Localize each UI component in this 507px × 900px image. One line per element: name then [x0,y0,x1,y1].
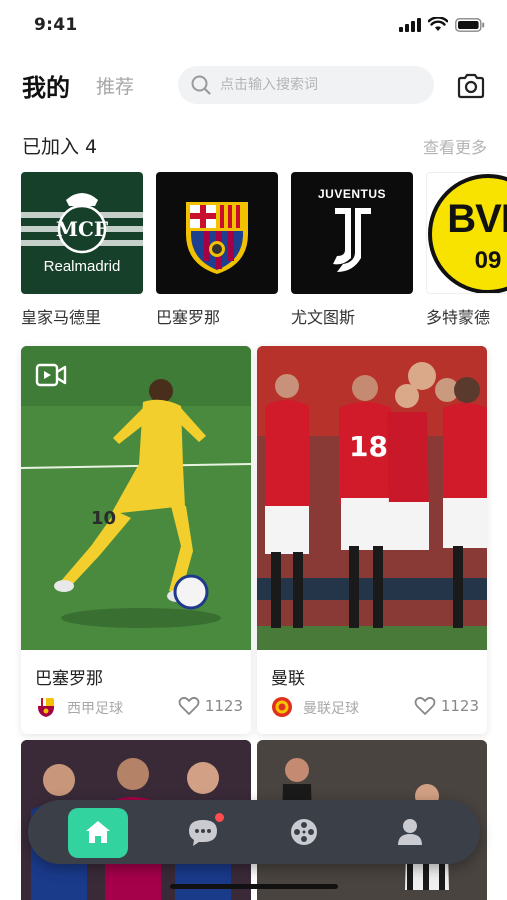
home-indicator [170,884,338,889]
man-utd-badge-icon [272,697,292,717]
tab-videos[interactable] [274,800,334,864]
real-madrid-wordmark: Realmadrid [43,258,121,275]
heart-icon [414,696,436,715]
barcelona-crest-icon [186,202,248,274]
team-name: 皇家马德里 [21,308,102,327]
signal-icon [399,17,421,32]
players-photo: 18 [257,346,487,650]
team-logo [156,172,278,294]
notification-badge [214,812,225,823]
tab-recommend[interactable]: 推荐 [96,72,134,99]
like-count: 1123 [440,697,479,715]
film-reel-icon [291,819,317,845]
joined-title: 已加入 4 [22,136,98,158]
see-more-link[interactable]: 查看更多 [423,134,487,158]
card-image: 18 [257,346,487,650]
team-dortmund[interactable]: BVB 09 多特蒙德 [426,172,507,328]
joined-section-header: 已加入 4 查看更多 [0,128,507,160]
status-time: 9:41 [34,15,78,35]
search-bar[interactable] [178,66,434,104]
club-name: 西甲足球 [67,701,123,717]
profile-icon [398,819,422,845]
feed-card[interactable]: 18 曼联 曼联足球 1123 [257,346,487,734]
team-name: 尤文图斯 [291,308,356,327]
player-photo: 10 [21,346,251,650]
real-madrid-crest-icon: MCF [21,193,143,254]
search-icon [191,75,211,95]
tab-home[interactable] [68,800,128,864]
card-title: 曼联 [271,669,305,689]
team-logo: JUVENTUS [291,172,413,294]
team-barcelona[interactable]: 巴塞罗那 [156,172,278,328]
juventus-j-icon [333,208,371,272]
like-button[interactable]: 1123 [414,696,479,716]
feed-card[interactable]: 10 巴塞罗那 西甲足球 1123 [21,346,251,734]
wifi-icon [428,17,448,31]
team-juventus[interactable]: JUVENTUS 尤文图斯 [291,172,413,328]
like-button[interactable]: 1123 [178,696,243,716]
team-logo: MCF Realmadrid [21,172,143,294]
tab-profile[interactable] [380,800,440,864]
bvb-wordmark: BVB [447,197,507,241]
barcelona-badge-icon [38,698,54,717]
like-count: 1123 [204,697,243,715]
search-input[interactable] [220,66,420,104]
video-icon [35,363,67,387]
heart-icon [178,696,200,715]
svg-text:18: 18 [349,430,388,463]
team-logo: BVB 09 [426,172,507,294]
joined-teams-row: MCF Realmadrid 皇家马德里 巴塞罗那 JUVENTUS 尤文图斯 … [0,172,507,332]
top-header: 我的 推荐 [0,62,507,110]
card-meta: 曼联足球 1123 [271,696,479,720]
club-name: 曼联足球 [303,701,359,717]
svg-text:MCF: MCF [56,217,108,241]
team-real-madrid[interactable]: MCF Realmadrid 皇家马德里 [21,172,143,328]
svg-text:10: 10 [91,508,116,529]
card-meta: 西甲足球 1123 [35,696,243,720]
battery-icon [455,17,485,32]
home-icon [86,821,110,843]
tab-messages[interactable] [174,800,234,864]
camera-icon[interactable] [455,70,487,102]
bottom-tab-bar [28,800,480,864]
status-icons [399,17,485,32]
team-name: 巴塞罗那 [156,308,221,327]
status-bar: 9:41 [0,0,507,52]
card-title: 巴塞罗那 [35,669,103,689]
tab-mine[interactable]: 我的 [22,68,70,103]
bvb-number: 09 [474,247,502,274]
team-name: 多特蒙德 [426,308,491,327]
card-image: 10 [21,346,251,650]
